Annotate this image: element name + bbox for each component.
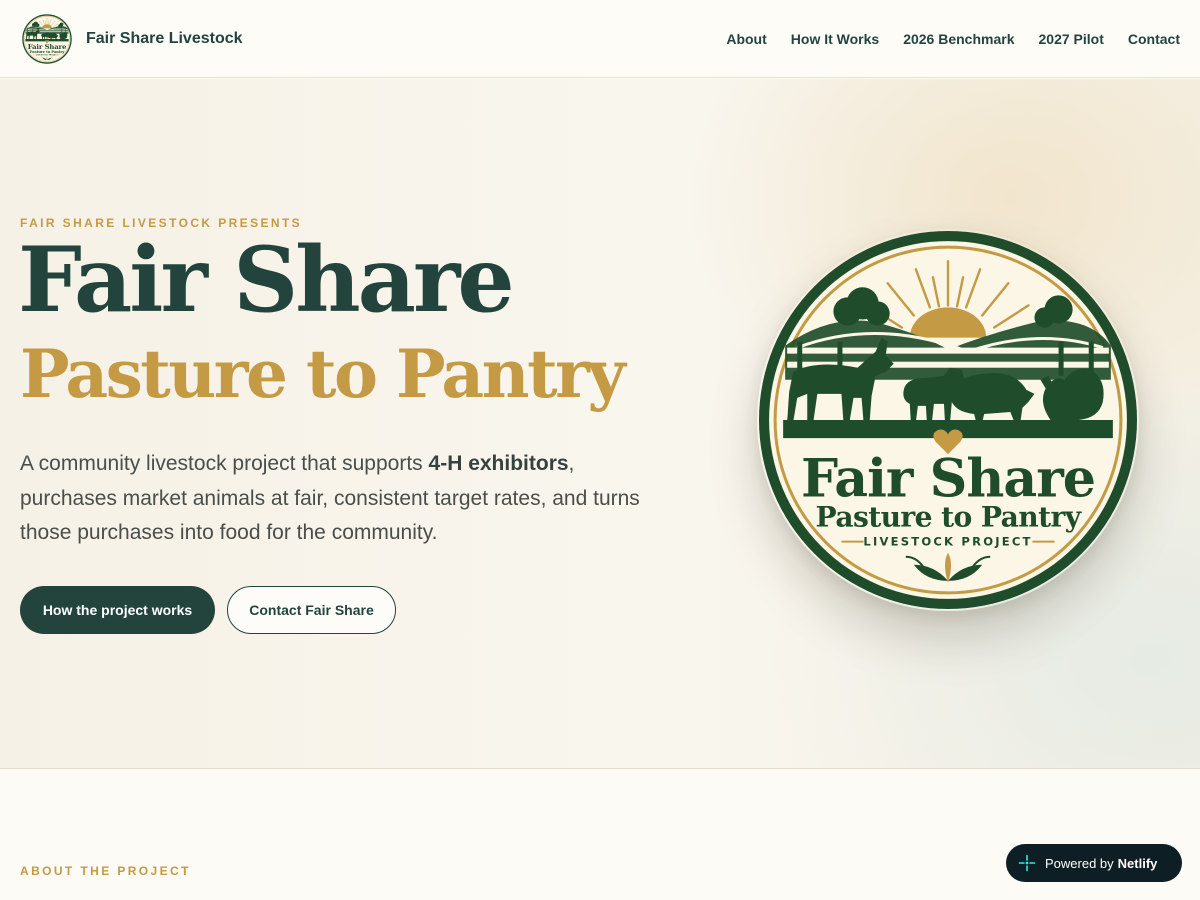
hero-badge-image bbox=[757, 229, 1139, 611]
hero-description: A community livestock project that suppo… bbox=[20, 447, 640, 551]
nav-contact[interactable]: Contact bbox=[1128, 31, 1180, 47]
brand-name: Fair Share Livestock bbox=[86, 29, 243, 47]
nav-how-it-works[interactable]: How It Works bbox=[791, 31, 879, 47]
netlify-badge[interactable]: Powered by Netlify bbox=[1006, 844, 1182, 882]
hero-subtitle: Pasture to Pantry bbox=[20, 335, 626, 413]
hero-title: Fair Share bbox=[18, 227, 515, 333]
hero-description-start: A community livestock project that suppo… bbox=[20, 452, 429, 475]
netlify-icon bbox=[1018, 854, 1036, 872]
brand-link[interactable]: Fair Share Livestock bbox=[22, 14, 243, 64]
nav-2026-benchmark[interactable]: 2026 Benchmark bbox=[903, 31, 1014, 47]
netlify-brand: Netlify bbox=[1117, 855, 1158, 871]
site-header: Fair Share Livestock About How It Works … bbox=[0, 0, 1200, 78]
nav-about[interactable]: About bbox=[726, 31, 766, 47]
logo-badge-icon bbox=[757, 229, 1139, 611]
nav-2027-pilot[interactable]: 2027 Pilot bbox=[1039, 31, 1104, 47]
how-it-works-button[interactable]: How the project works bbox=[20, 586, 215, 634]
logo-badge-icon bbox=[22, 14, 72, 64]
main-nav: About How It Works 2026 Benchmark 2027 P… bbox=[702, 0, 1180, 78]
netlify-prefix: Powered by bbox=[1045, 855, 1114, 871]
contact-button[interactable]: Contact Fair Share bbox=[227, 586, 396, 634]
hero-section: FAIR SHARE LIVESTOCK PRESENTS Fair Share… bbox=[0, 79, 1200, 769]
about-eyebrow: ABOUT THE PROJECT bbox=[20, 864, 191, 878]
hero-description-highlight: 4-H exhibitors bbox=[428, 452, 569, 475]
